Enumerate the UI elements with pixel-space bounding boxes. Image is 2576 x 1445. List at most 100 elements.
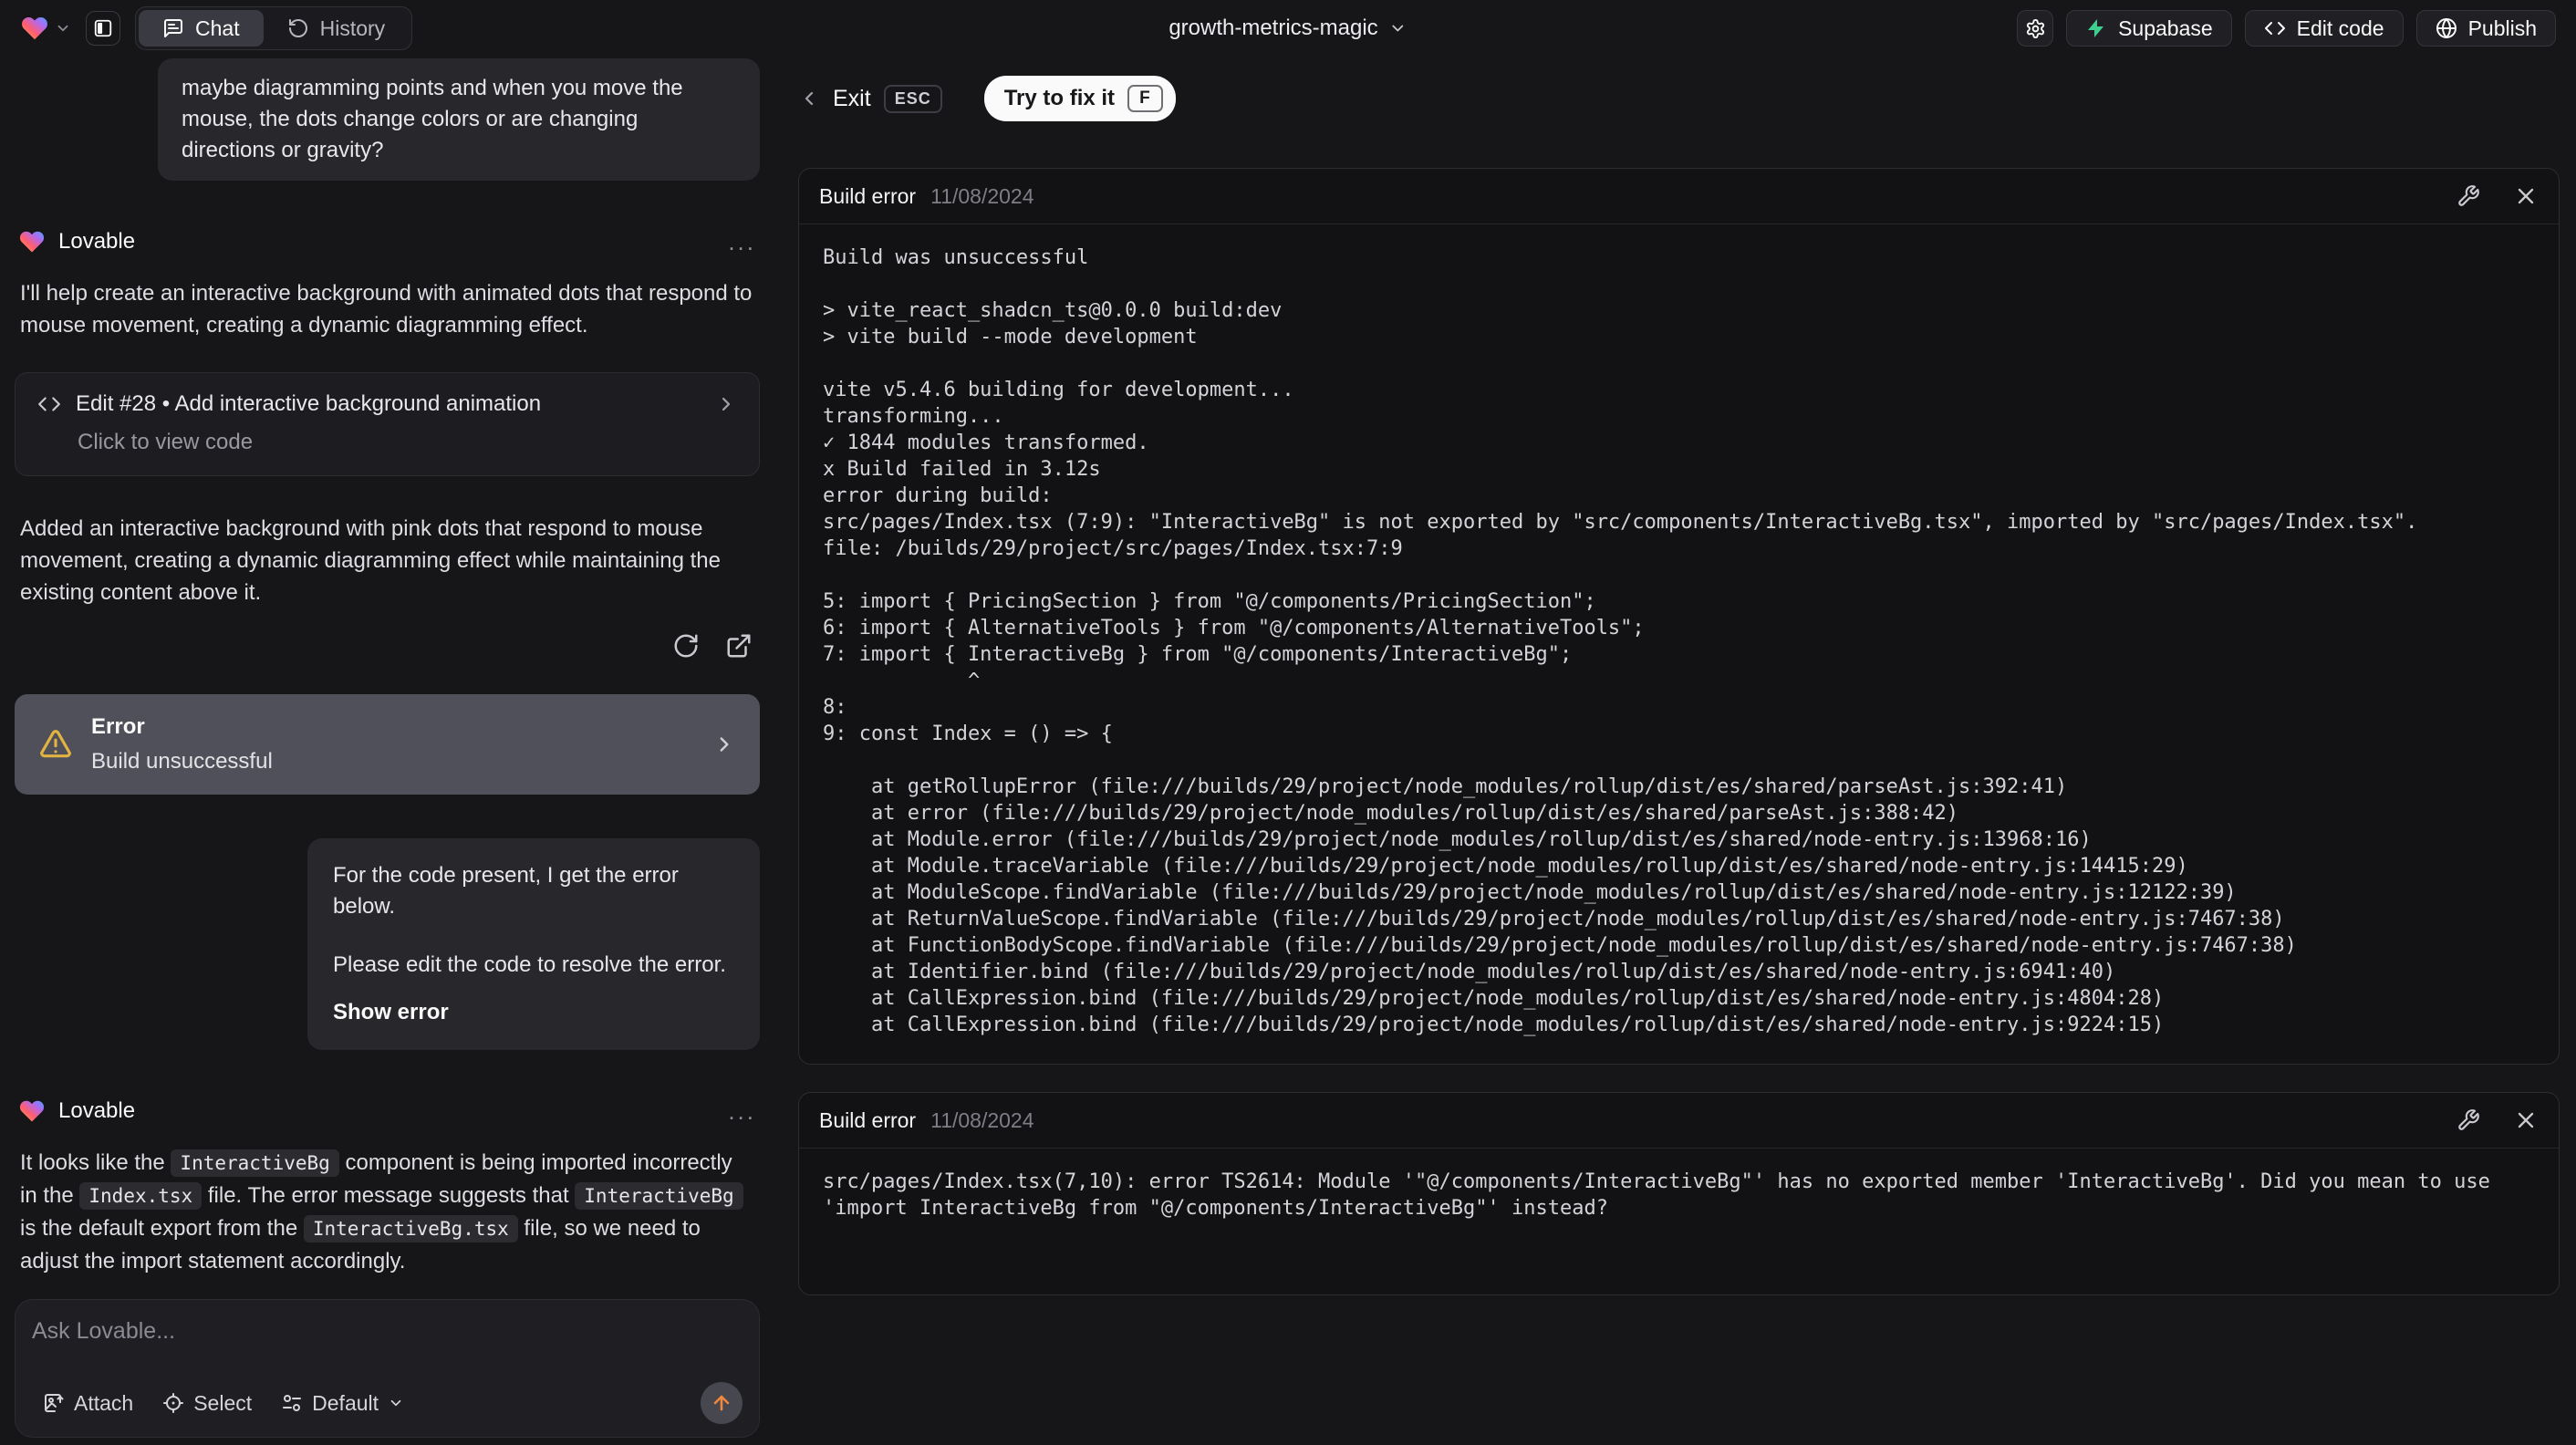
- chevron-down-icon: [55, 20, 71, 36]
- assistant-message-header: Lovable ...: [15, 228, 760, 255]
- build-error-panel-2: Build error 11/08/2024 src/pages/Index.t…: [798, 1092, 2560, 1295]
- topbar-left: Chat History: [20, 6, 413, 50]
- fix-button-label: Try to fix it: [1003, 86, 1116, 110]
- esc-key-badge: ESC: [883, 84, 942, 113]
- message-actions: [15, 632, 760, 660]
- gear-icon: [2025, 18, 2046, 39]
- error-card-text: Error Build unsuccessful: [91, 714, 694, 774]
- globe-icon: [2436, 17, 2457, 39]
- open-preview-icon[interactable]: [725, 632, 753, 660]
- assistant-paragraph: Added an interactive background with pin…: [20, 516, 721, 605]
- chat-bubble-icon: [162, 17, 184, 39]
- mode-label: Default: [312, 1390, 379, 1415]
- panel-header: Build error 11/08/2024: [799, 1093, 2559, 1149]
- edit-code-button[interactable]: Edit code: [2244, 10, 2404, 47]
- error-card-subtitle: Build unsuccessful: [91, 749, 273, 774]
- chevron-down-icon: [388, 1395, 404, 1411]
- assistant-name: Lovable: [58, 1098, 136, 1123]
- settings-button[interactable]: [2017, 10, 2054, 47]
- error-overlay: Exit ESC Try to fix it F Build error 11/…: [774, 57, 2576, 1445]
- workspace-menu[interactable]: [20, 14, 71, 43]
- tab-history[interactable]: History: [264, 10, 410, 47]
- main-split: maybe diagramming points and when you mo…: [0, 57, 2576, 1445]
- more-options-icon[interactable]: ...: [728, 1099, 756, 1123]
- attach-label: Attach: [74, 1390, 134, 1415]
- project-switcher[interactable]: growth-metrics-magic: [1169, 16, 1407, 41]
- assistant-paragraph: It looks like the InteractiveBg componen…: [15, 1147, 760, 1277]
- assistant-message-header: Lovable ...: [15, 1097, 760, 1125]
- user-message-line: For the code present, I get the error be…: [333, 863, 679, 919]
- attach-image-icon: [43, 1392, 65, 1414]
- select-label: Select: [193, 1390, 253, 1415]
- assistant-paragraph: I'll help create an interactive backgrou…: [20, 281, 753, 338]
- user-message-bubble: For the code present, I get the error be…: [307, 838, 760, 1050]
- send-button[interactable]: [701, 1382, 743, 1424]
- lovable-logo-icon: [20, 14, 49, 43]
- supabase-button[interactable]: Supabase: [2066, 10, 2232, 47]
- project-name: growth-metrics-magic: [1169, 16, 1378, 40]
- close-icon[interactable]: [2513, 183, 2539, 209]
- edit-card-28[interactable]: Edit #28 • Add interactive background an…: [15, 372, 760, 476]
- edit-card-row: Edit #28 • Add interactive background an…: [37, 391, 737, 417]
- exit-label: Exit: [833, 85, 871, 111]
- build-error-panel-1: Build error 11/08/2024 Build was unsucce…: [798, 168, 2560, 1065]
- tab-chat-label: Chat: [195, 16, 240, 40]
- composer-toolbar: Attach Select Default: [32, 1382, 743, 1424]
- more-options-icon[interactable]: ...: [728, 230, 756, 254]
- warning-triangle-icon: [38, 727, 73, 762]
- try-to-fix-button[interactable]: Try to fix it F: [983, 76, 1176, 121]
- chevron-left-icon: [798, 88, 820, 109]
- sidebar-toggle-button[interactable]: [86, 11, 120, 46]
- error-card-title: Error: [91, 714, 145, 739]
- publish-button[interactable]: Publish: [2415, 10, 2556, 47]
- chevron-down-icon: [1389, 19, 1407, 37]
- panel-body[interactable]: src/pages/Index.tsx(7,10): error TS2614:…: [799, 1149, 2559, 1294]
- panel-header-icons: [2457, 183, 2539, 209]
- panel-date: 11/08/2024: [930, 1107, 1034, 1132]
- attach-button[interactable]: Attach: [32, 1384, 144, 1423]
- edit-card-subtitle: Click to view code: [78, 430, 254, 454]
- code-icon: [2264, 17, 2286, 39]
- topbar: Chat History growth-metrics-magic Supaba…: [0, 0, 2576, 57]
- lovable-heart-icon: [18, 1097, 46, 1125]
- code-icon: [37, 392, 61, 416]
- select-button[interactable]: Select: [151, 1384, 263, 1423]
- supabase-label: Supabase: [2118, 16, 2213, 40]
- fix-wrench-icon[interactable]: [2457, 184, 2480, 208]
- arrow-up-icon: [711, 1392, 732, 1414]
- panel-title: Build error: [819, 1107, 917, 1132]
- chat-input[interactable]: [32, 1318, 743, 1360]
- mode-dropdown[interactable]: Default: [270, 1384, 415, 1423]
- user-message-text: maybe diagramming points and when you mo…: [182, 76, 683, 162]
- panel-header-icons: [2457, 1107, 2539, 1133]
- chevron-right-icon: [712, 733, 736, 756]
- panel-left-icon: [93, 18, 113, 38]
- edit-card-title: Edit #28 • Add interactive background an…: [76, 391, 542, 416]
- build-log: Build was unsuccessful > vite_react_shad…: [823, 246, 2418, 1036]
- panel-date: 11/08/2024: [930, 183, 1034, 208]
- show-error-link[interactable]: Show error: [333, 997, 449, 1028]
- view-tabs: Chat History: [135, 6, 413, 50]
- chat-panel: maybe diagramming points and when you mo…: [0, 57, 774, 1445]
- build-log: src/pages/Index.tsx(7,10): error TS2614:…: [823, 1170, 2503, 1220]
- edit-code-label: Edit code: [2296, 16, 2384, 40]
- chevron-right-icon: [715, 393, 737, 415]
- assistant-name: Lovable: [58, 229, 136, 254]
- close-icon[interactable]: [2513, 1107, 2539, 1133]
- publish-label: Publish: [2467, 16, 2537, 40]
- panel-body[interactable]: Build was unsuccessful > vite_react_shad…: [799, 224, 2559, 1064]
- fix-wrench-icon[interactable]: [2457, 1108, 2480, 1132]
- lovable-app: Chat History growth-metrics-magic Supaba…: [0, 0, 2576, 1445]
- chat-message-list[interactable]: maybe diagramming points and when you mo…: [15, 57, 760, 1286]
- supabase-bolt-icon: [2085, 17, 2107, 39]
- exit-button[interactable]: Exit ESC: [798, 84, 942, 113]
- lovable-heart-icon: [18, 228, 46, 255]
- panel-title: Build error: [819, 183, 917, 208]
- user-message-bubble: maybe diagramming points and when you mo…: [158, 58, 760, 181]
- sliders-icon: [281, 1392, 303, 1414]
- restore-version-icon[interactable]: [672, 632, 700, 660]
- tab-chat[interactable]: Chat: [139, 10, 264, 47]
- build-error-card[interactable]: Error Build unsuccessful: [15, 694, 760, 795]
- select-target-icon: [162, 1392, 184, 1414]
- composer: Attach Select Default: [15, 1299, 760, 1438]
